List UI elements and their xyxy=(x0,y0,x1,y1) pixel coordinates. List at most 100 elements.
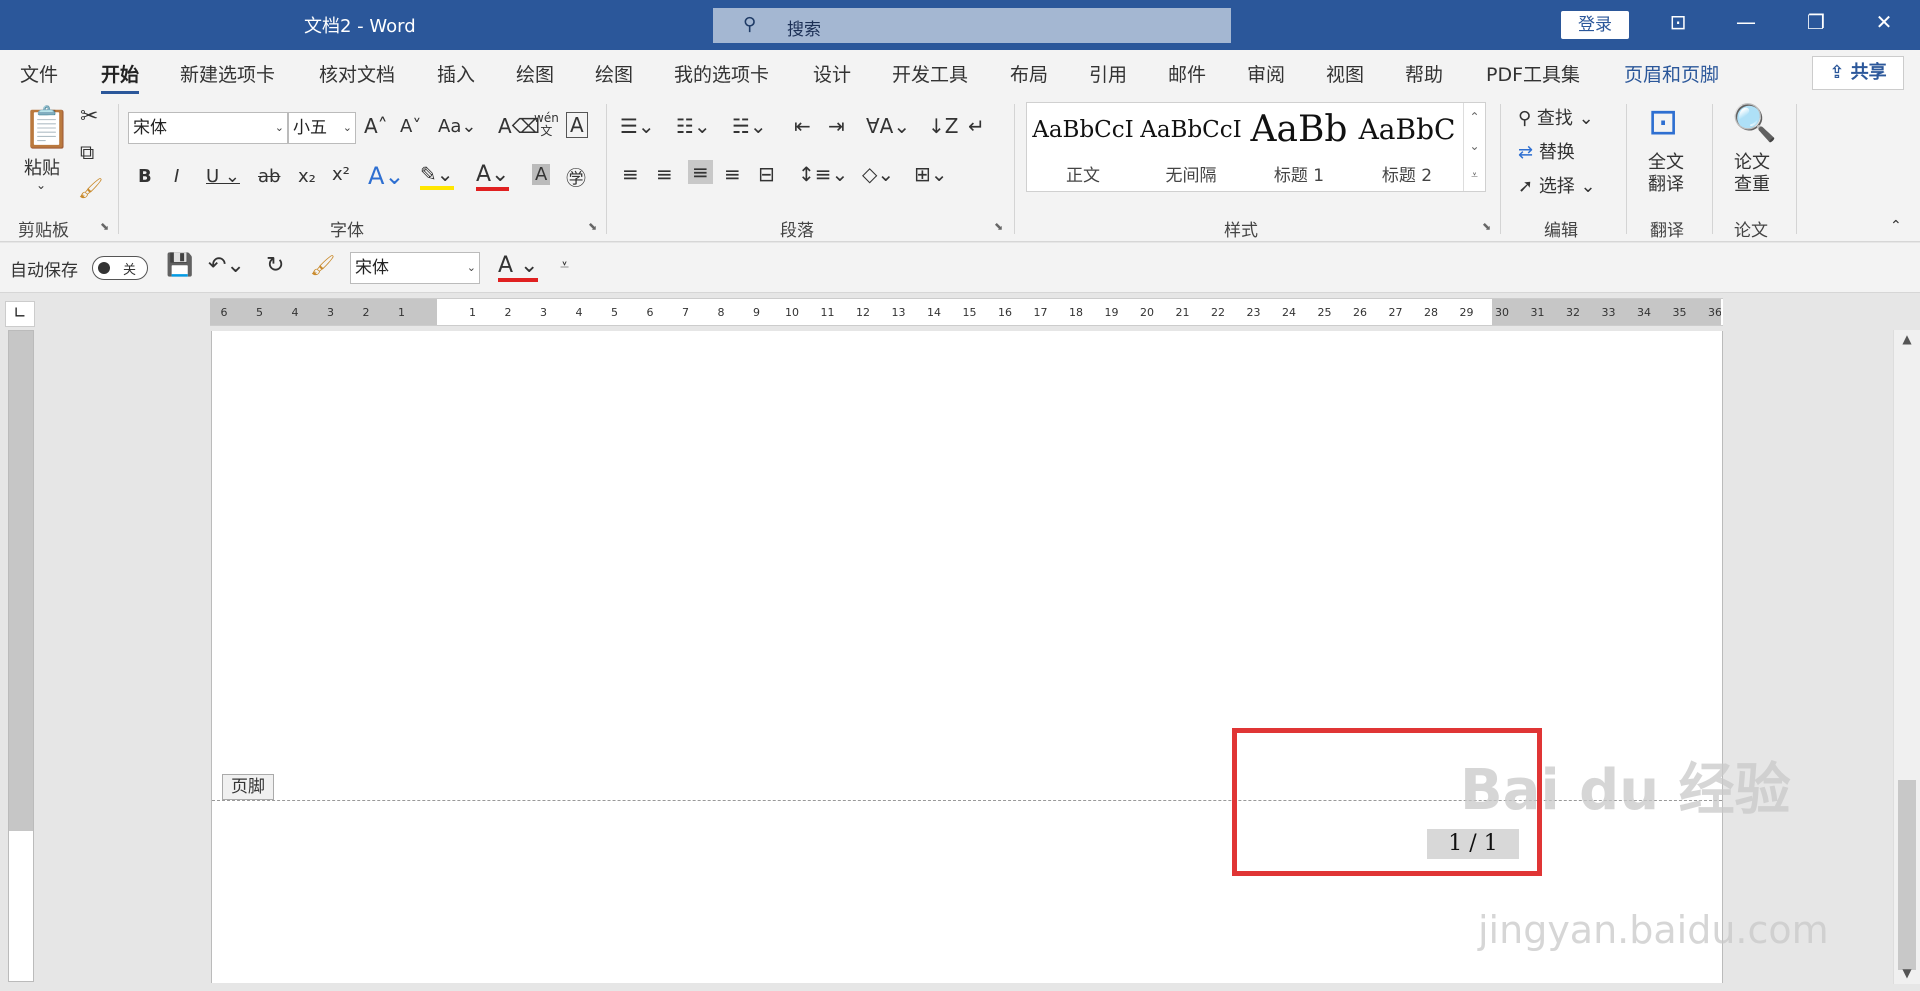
phonetic-guide-icon[interactable]: wén 文 xyxy=(534,112,559,138)
tab-help[interactable]: 帮助 xyxy=(1405,60,1443,87)
ribbon-display-icon[interactable]: ⊡ xyxy=(1658,10,1698,34)
style-normal[interactable]: AaBbCcI 正文 xyxy=(1029,103,1137,191)
show-marks-icon[interactable]: ↵ xyxy=(968,114,985,138)
clipboard-launcher-icon[interactable]: ⬊ xyxy=(100,220,109,233)
tab-proofread[interactable]: 核对文档 xyxy=(319,60,395,87)
multilevel-list-icon[interactable]: ☵⌄ xyxy=(732,114,767,138)
align-right-icon[interactable]: ≡ xyxy=(688,160,713,184)
highlight-icon[interactable]: ✎⌄ xyxy=(420,162,454,190)
strikethrough-icon[interactable]: ab xyxy=(258,166,280,187)
tab-new[interactable]: 新建选项卡 xyxy=(180,60,275,87)
select-button[interactable]: ➚ 选择 ⌄ xyxy=(1518,172,1596,198)
align-left-icon[interactable]: ≡ xyxy=(622,162,639,186)
tab-my[interactable]: 我的选项卡 xyxy=(674,60,769,87)
style-heading-1[interactable]: AaBb 标题 1 xyxy=(1245,103,1353,191)
replace-button[interactable]: ⇄ 替换 xyxy=(1518,138,1575,164)
tab-pdf[interactable]: PDF工具集 xyxy=(1486,60,1580,87)
font-launcher-icon[interactable]: ⬊ xyxy=(588,220,597,233)
italic-icon[interactable]: I xyxy=(174,166,179,187)
paste-dropdown-icon[interactable]: ⌄ xyxy=(36,178,46,192)
tab-header-footer[interactable]: 页眉和页脚 xyxy=(1624,60,1719,87)
tab-mailings[interactable]: 邮件 xyxy=(1168,60,1206,87)
translate-icon[interactable]: ⊡ xyxy=(1648,102,1678,143)
font-name-combo[interactable]: 宋体 ⌄ xyxy=(128,112,288,144)
find-button[interactable]: ⚲ 查找 ⌄ xyxy=(1518,104,1594,130)
styles-up-icon[interactable]: ⌃ xyxy=(1464,103,1485,132)
document-page[interactable]: 页脚 1 / 1 xyxy=(211,331,1723,983)
tab-layout[interactable]: 布局 xyxy=(1010,60,1048,87)
tab-insert[interactable]: 插入 xyxy=(437,60,475,87)
minimize-icon[interactable]: — xyxy=(1726,10,1766,34)
scroll-down-icon[interactable]: ▼ xyxy=(1894,966,1920,980)
undo-icon[interactable]: ↶⌄ xyxy=(208,253,245,278)
tab-developer[interactable]: 开发工具 xyxy=(892,60,968,87)
bullets-icon[interactable]: ☰⌄ xyxy=(620,114,655,138)
tab-design[interactable]: 设计 xyxy=(813,60,851,87)
tab-selector[interactable]: ∟ xyxy=(5,301,35,327)
styles-more-icon[interactable]: ⩡ xyxy=(1464,161,1485,190)
tab-draw-1[interactable]: 绘图 xyxy=(516,60,554,87)
format-painter-icon[interactable]: 🖌 xyxy=(78,176,103,200)
qat-font-color-icon[interactable]: A ⌄ xyxy=(498,253,539,282)
borders-icon[interactable]: ⊞⌄ xyxy=(914,162,948,186)
bold-icon[interactable]: B xyxy=(138,166,152,187)
char-border-icon[interactable]: A xyxy=(566,112,588,138)
superscript-icon[interactable]: x² xyxy=(332,164,350,185)
qat-font-combo[interactable]: 宋体 ⌄ xyxy=(350,252,480,284)
collapse-ribbon-icon[interactable]: ⌃ xyxy=(1890,218,1902,234)
vertical-scrollbar[interactable]: ▲ ▼ xyxy=(1893,330,1920,984)
horizontal-ruler[interactable]: 6 5 4 3 2 1 1 2 3 4 5 6 7 8 9 10 11 12 13 14 15 16 17 18 19 20 21 2… xyxy=(210,298,1723,326)
enclose-char-icon[interactable]: ㊫ xyxy=(566,162,586,191)
autosave-toggle[interactable]: 关 xyxy=(92,256,148,280)
tab-view[interactable]: 视图 xyxy=(1326,60,1364,87)
paragraph-launcher-icon[interactable]: ⬊ xyxy=(994,220,1003,233)
save-icon[interactable]: 💾 xyxy=(166,253,193,278)
grow-font-icon[interactable]: A˄ xyxy=(364,114,388,138)
translate-button[interactable]: 全文翻译 xyxy=(1648,152,1688,196)
shading-icon[interactable]: ◇⌄ xyxy=(862,162,894,186)
sort-icon[interactable]: ↓Z xyxy=(928,114,958,138)
tab-draw-2[interactable]: 绘图 xyxy=(595,60,633,87)
change-case-icon[interactable]: Aa⌄ xyxy=(438,116,476,137)
shrink-font-icon[interactable]: A˅ xyxy=(400,116,421,137)
font-color-icon[interactable]: A⌄ xyxy=(476,162,510,191)
tab-home[interactable]: 开始 xyxy=(101,60,140,94)
align-center-icon[interactable]: ≡ xyxy=(656,162,673,186)
styles-launcher-icon[interactable]: ⬊ xyxy=(1482,220,1491,233)
redo-icon[interactable]: ↻ xyxy=(266,253,284,278)
style-heading-2[interactable]: AaBbC 标题 2 xyxy=(1353,103,1461,191)
text-effects-icon[interactable]: A⌄ xyxy=(368,162,405,190)
underline-icon[interactable]: U ⌄ xyxy=(206,166,240,187)
restore-icon[interactable]: ❐ xyxy=(1796,10,1836,34)
subscript-icon[interactable]: x₂ xyxy=(298,166,316,187)
char-shading-icon[interactable]: A xyxy=(532,164,551,185)
close-icon[interactable]: ✕ xyxy=(1864,10,1904,34)
styles-down-icon[interactable]: ⌄ xyxy=(1464,132,1485,161)
login-button[interactable]: 登录 xyxy=(1561,11,1629,39)
format-painter-icon[interactable]: 🖌 xyxy=(310,253,335,277)
line-spacing-icon[interactable]: ↕≡⌄ xyxy=(798,162,848,186)
increase-indent-icon[interactable]: ⇥ xyxy=(828,114,845,138)
vertical-ruler[interactable] xyxy=(8,330,34,982)
chinese-layout-icon[interactable]: ⱯA⌄ xyxy=(866,114,910,138)
paste-button[interactable]: 粘贴 xyxy=(24,154,60,180)
scrollbar-thumb[interactable] xyxy=(1898,780,1916,970)
search-box[interactable]: ⚲ 搜索 xyxy=(713,8,1231,43)
plagiarism-check-button[interactable]: 论文查重 xyxy=(1734,152,1774,196)
justify-icon[interactable]: ≡ xyxy=(724,162,741,186)
cut-icon[interactable]: ✂ xyxy=(80,104,98,129)
paste-icon[interactable]: 📋 xyxy=(22,104,72,151)
tab-file[interactable]: 文件 xyxy=(20,60,58,87)
plagiarism-check-icon[interactable]: 🔍 xyxy=(1732,102,1777,144)
copy-icon[interactable]: ⧉ xyxy=(80,140,94,164)
decrease-indent-icon[interactable]: ⇤ xyxy=(794,114,811,138)
tab-review[interactable]: 审阅 xyxy=(1247,60,1285,87)
font-size-combo[interactable]: 小五 ⌄ xyxy=(288,112,356,144)
share-button[interactable]: ⇪ 共享 xyxy=(1812,56,1904,90)
footer-tag[interactable]: 页脚 xyxy=(222,774,274,800)
scroll-up-icon[interactable]: ▲ xyxy=(1894,332,1920,346)
customize-qat-icon[interactable]: ⩡ xyxy=(560,255,569,275)
style-no-spacing[interactable]: AaBbCcI 无间隔 xyxy=(1137,103,1245,191)
tab-references[interactable]: 引用 xyxy=(1089,60,1127,87)
distributed-icon[interactable]: ⊟ xyxy=(758,162,775,186)
